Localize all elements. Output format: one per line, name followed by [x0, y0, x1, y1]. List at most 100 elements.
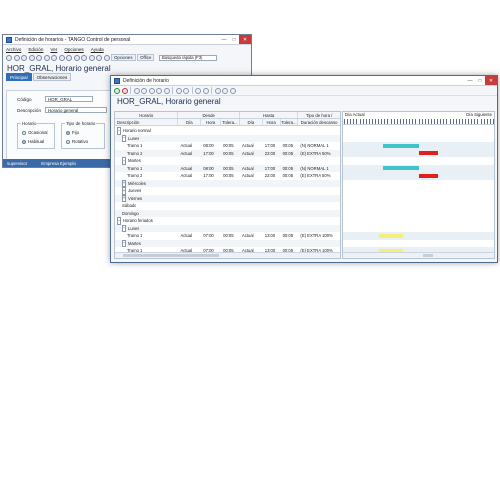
- grid-cell[interactable]: 00:05: [221, 165, 240, 173]
- grid-cell[interactable]: [263, 127, 281, 135]
- menu-opciones[interactable]: Opciones: [64, 47, 83, 52]
- grid-cell[interactable]: [281, 240, 299, 248]
- grid-horizontal-scrollbar[interactable]: [115, 252, 340, 258]
- grid-cell[interactable]: [221, 225, 240, 233]
- grid-cell[interactable]: [240, 127, 263, 135]
- close-icon[interactable]: ✕: [239, 35, 251, 44]
- close-icon[interactable]: ✕: [485, 76, 497, 85]
- grid-cell[interactable]: [221, 240, 240, 248]
- table-row[interactable]: Tramo 1 Actual 07:00 00:05 Actual 13:00 00:05(…: [115, 232, 340, 240]
- schedule-grid[interactable]: Horario Desde Hasta Tipo de hora / Descr…: [114, 111, 341, 259]
- grid-cell[interactable]: [281, 180, 299, 188]
- table-row[interactable]: Tramo 2 Actual 17:00 00:05 Actual 22:00 00:05(…: [115, 149, 340, 158]
- grid-cell[interactable]: [221, 202, 240, 210]
- grid-cell[interactable]: 00:05: [281, 142, 299, 150]
- grid-cell[interactable]: [178, 180, 201, 188]
- group-row[interactable]: + Viernes: [115, 194, 340, 203]
- grid-cell[interactable]: 22:00: [263, 172, 281, 180]
- grid-cell[interactable]: 00:05: [281, 172, 299, 180]
- col-duracion[interactable]: Duración descanso: [298, 119, 340, 125]
- descripcion-field[interactable]: Horario general: [45, 107, 107, 113]
- grid-cell[interactable]: [281, 187, 299, 195]
- toolbar-round-icon[interactable]: [28, 54, 35, 61]
- grid-cell[interactable]: Actual: [240, 150, 263, 158]
- collapse-icon[interactable]: −: [122, 224, 126, 232]
- toolbar-round-icon[interactable]: [58, 54, 65, 61]
- grid-cell[interactable]: [221, 180, 240, 188]
- grid-cell[interactable]: [201, 157, 221, 165]
- grid-cell[interactable]: [221, 217, 240, 225]
- grid-cell[interactable]: [298, 187, 340, 195]
- grid-cell[interactable]: [201, 135, 221, 143]
- gantt-bar-red[interactable]: [418, 173, 439, 178]
- grid-cell[interactable]: 00:05: [281, 232, 299, 240]
- grid-cell[interactable]: [221, 210, 240, 218]
- group-row[interactable]: − Horario normal: [115, 127, 340, 135]
- grid-cell[interactable]: [240, 187, 263, 195]
- group-row[interactable]: − Lunes: [115, 224, 340, 233]
- grid-cell[interactable]: 00:05: [221, 232, 240, 240]
- grid-cell[interactable]: Actual: [178, 150, 201, 158]
- grid-cell[interactable]: [201, 210, 221, 218]
- col-hasta-dia[interactable]: Día: [240, 119, 263, 125]
- radio-rotativo[interactable]: Rotativo: [66, 139, 88, 144]
- grid-cell[interactable]: Actual: [178, 232, 201, 240]
- collapse-icon[interactable]: −: [122, 157, 126, 165]
- group-row[interactable]: Domingo: [115, 209, 340, 218]
- delete-icon[interactable]: [148, 87, 155, 94]
- grid-cell[interactable]: [221, 157, 240, 165]
- grid-cell[interactable]: [178, 135, 201, 143]
- collapse-icon[interactable]: −: [117, 217, 121, 225]
- grid-cell[interactable]: [178, 217, 201, 225]
- group-row[interactable]: − Horario feriados: [115, 217, 340, 225]
- grid-cell[interactable]: [263, 195, 281, 203]
- grid-cell[interactable]: [178, 202, 201, 210]
- grid-cell[interactable]: [178, 210, 201, 218]
- scrollbar-thumb[interactable]: [423, 254, 433, 257]
- print-icon[interactable]: [202, 87, 209, 94]
- radio-habitual[interactable]: Habitual: [22, 139, 44, 144]
- grid-cell[interactable]: [178, 157, 201, 165]
- grid-cell[interactable]: [240, 135, 263, 143]
- grid-cell[interactable]: [263, 210, 281, 218]
- grid-cell[interactable]: Actual: [178, 142, 201, 150]
- grid-cell[interactable]: [240, 225, 263, 233]
- grid-cell[interactable]: [201, 187, 221, 195]
- grid-cell[interactable]: [240, 217, 263, 225]
- scrollbar-thumb[interactable]: [123, 254, 219, 257]
- toolbar-round-icon[interactable]: [66, 54, 72, 61]
- grid-cell[interactable]: (E) EXTRA 50%: [298, 172, 340, 180]
- help-icon[interactable]: [229, 87, 236, 94]
- grid-cell[interactable]: [298, 157, 340, 165]
- maximize-icon[interactable]: □: [475, 76, 485, 85]
- codigo-field[interactable]: HOR_GRAL: [45, 96, 93, 102]
- toolbar-round-icon[interactable]: [96, 54, 102, 61]
- grid-cell[interactable]: [298, 195, 340, 203]
- grid-cell[interactable]: [281, 195, 299, 203]
- toolbar-round-icon[interactable]: [81, 54, 87, 61]
- collapse-icon[interactable]: −: [122, 134, 126, 142]
- toolbar-round-icon[interactable]: [73, 54, 80, 61]
- gantt-bar-red[interactable]: [418, 151, 439, 156]
- grid-cell[interactable]: Actual: [178, 165, 201, 173]
- col-hasta-hora[interactable]: Hora: [263, 119, 281, 125]
- grid-cell[interactable]: [201, 195, 221, 203]
- cancel-icon[interactable]: [121, 87, 128, 94]
- grid-cell[interactable]: [281, 217, 299, 225]
- grid-cell[interactable]: Actual: [240, 165, 263, 173]
- grid-cell[interactable]: 13:00: [263, 232, 281, 240]
- grid-cell[interactable]: 00:05: [281, 165, 299, 173]
- grid-cell[interactable]: [178, 195, 201, 203]
- grid-cell[interactable]: [298, 210, 340, 218]
- expand-icon[interactable]: +: [122, 194, 126, 202]
- group-row[interactable]: Sábado: [115, 202, 340, 210]
- grid-cell[interactable]: [281, 202, 299, 210]
- expand-icon[interactable]: +: [122, 187, 126, 195]
- copy-icon[interactable]: [141, 87, 147, 94]
- grid-cell[interactable]: [298, 180, 340, 188]
- group-row[interactable]: − Lunes: [115, 134, 340, 143]
- grid-cell[interactable]: [263, 240, 281, 248]
- grid-cell[interactable]: [281, 135, 299, 143]
- grid-cell[interactable]: [263, 217, 281, 225]
- new-icon[interactable]: [133, 87, 140, 94]
